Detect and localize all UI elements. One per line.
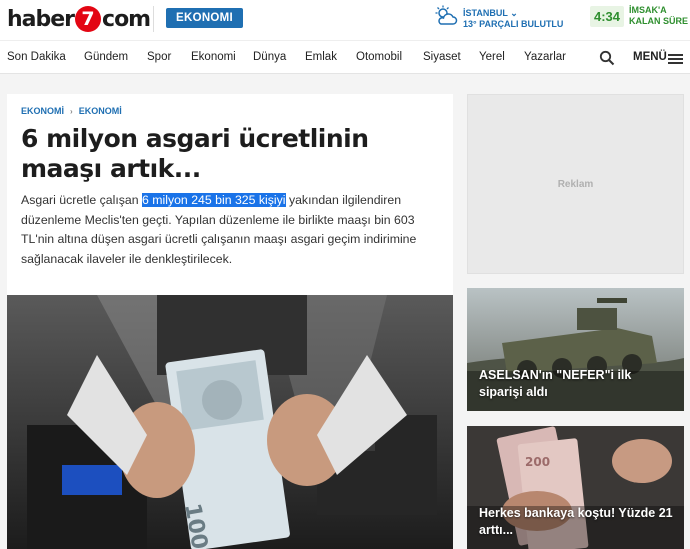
- weather-condition: 13° PARÇALI BULUTLU: [463, 18, 564, 29]
- article-hero-image[interactable]: 100: [7, 295, 453, 549]
- header-divider: [153, 6, 154, 32]
- nav-item-siyaset[interactable]: Siyaset: [423, 51, 461, 63]
- nav-item-spor[interactable]: Spor: [147, 51, 171, 63]
- news-card-title: Herkes bankaya koştu! Yüzde 21 arttı...: [479, 506, 673, 537]
- nav-item-yerel[interactable]: Yerel: [479, 51, 505, 63]
- news-card[interactable]: ASELSAN'ın "NEFER"i ilk siparişi aldı: [467, 288, 684, 411]
- weather-widget[interactable]: İSTANBUL ⌄ 13° PARÇALI BULUTLU: [434, 5, 563, 32]
- section-badge[interactable]: EKONOMI: [166, 8, 244, 28]
- top-header: haber 7 com EKONOMI İSTANBUL ⌄ 13° PARÇA…: [0, 0, 690, 40]
- logo-text-com: com: [102, 6, 151, 32]
- prayer-label-2: KALAN SÜRE: [629, 16, 689, 26]
- prayer-label-1: İMSAK'A: [629, 5, 667, 15]
- prayer-time: 4:34: [590, 5, 625, 27]
- breadcrumb-item[interactable]: EKONOMİ: [79, 106, 122, 116]
- nav-item-dunya[interactable]: Dünya: [253, 51, 286, 63]
- advertisement-slot[interactable]: Reklam: [467, 94, 684, 274]
- chevron-right-icon: ›: [70, 106, 73, 116]
- logo-seven-badge: 7: [75, 6, 102, 32]
- news-card-title: ASELSAN'ın "NEFER"i ilk siparişi aldı: [479, 368, 632, 399]
- article-summary: Asgari ücretle çalışan 6 milyon 245 bin …: [21, 191, 441, 269]
- breadcrumb-item[interactable]: EKONOMİ: [21, 106, 64, 116]
- weather-city: İSTANBUL ⌄: [463, 7, 518, 18]
- nav-item-son-dakika[interactable]: Son Dakika: [7, 51, 66, 63]
- nav-item-otomobil[interactable]: Otomobil: [356, 51, 402, 63]
- chevron-down-icon: ⌄: [510, 7, 518, 18]
- nav-item-emlak[interactable]: Emlak: [305, 51, 337, 63]
- menu-button[interactable]: MENÜ: [633, 51, 667, 63]
- hamburger-icon[interactable]: [668, 54, 683, 64]
- prayer-time-widget[interactable]: 4:34 İMSAK'A KALAN SÜRE: [590, 5, 688, 27]
- nav-item-gundem[interactable]: Gündem: [84, 51, 128, 63]
- main-navigation: Son Dakika Gündem Spor Ekonomi Dünya Eml…: [0, 40, 690, 74]
- article-title[interactable]: 6 milyon asgari ücretlinin maaşı artık..…: [21, 124, 431, 184]
- summary-text: Asgari ücretle çalışan: [21, 193, 142, 207]
- svg-text:200: 200: [525, 455, 550, 469]
- search-icon[interactable]: [599, 50, 615, 66]
- breadcrumb: EKONOMİ › EKONOMİ: [21, 106, 122, 116]
- site-logo[interactable]: haber 7 com: [7, 4, 151, 34]
- main-article: EKONOMİ › EKONOMİ 6 milyon asgari ücretl…: [7, 94, 453, 549]
- news-card[interactable]: 200 Herkes bankaya koştu! Yüzde 21 arttı…: [467, 426, 684, 549]
- ad-label: Reklam: [557, 179, 594, 190]
- nav-item-yazarlar[interactable]: Yazarlar: [524, 51, 566, 63]
- nav-item-ekonomi[interactable]: Ekonomi: [191, 51, 236, 63]
- summary-selected-text: 6 milyon 245 bin 325 kişiyi: [141, 193, 286, 207]
- partly-cloudy-icon: [434, 5, 458, 32]
- logo-text-haber: haber: [7, 6, 75, 32]
